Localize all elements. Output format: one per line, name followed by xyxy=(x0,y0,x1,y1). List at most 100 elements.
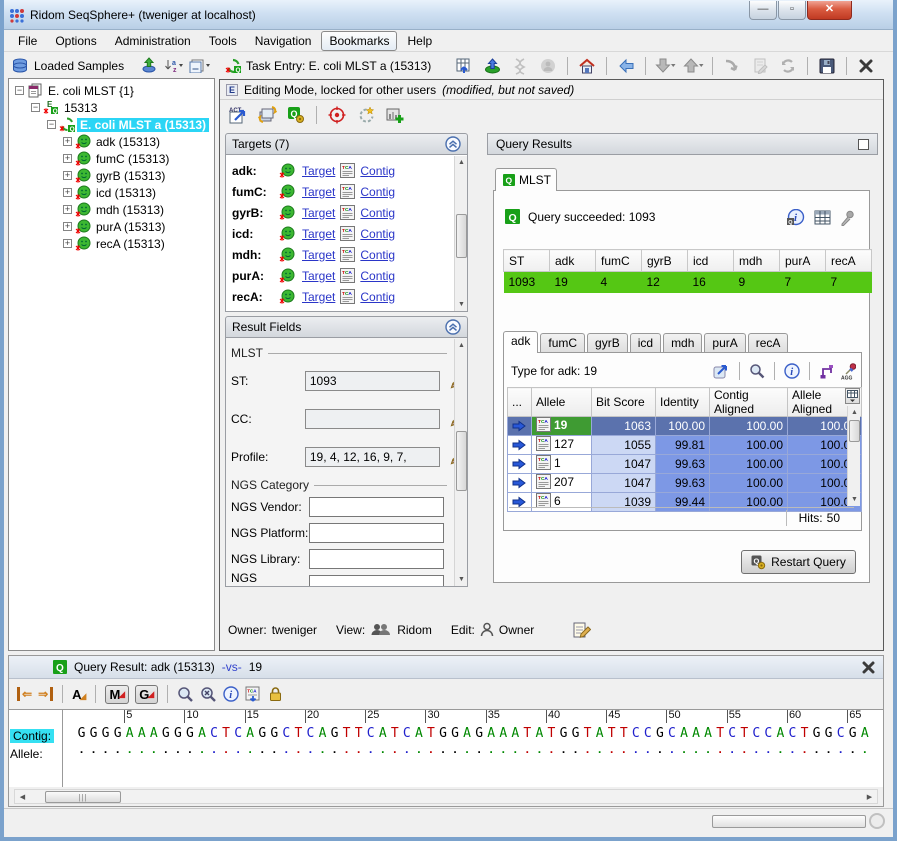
expand-icon[interactable]: + xyxy=(63,205,72,214)
tree-item[interactable]: +mdh (15313) xyxy=(9,201,214,218)
collapse-targets-icon[interactable] xyxy=(445,136,461,152)
expand-icon[interactable]: + xyxy=(63,239,72,248)
tree-item[interactable]: −E. coli MLST {1} xyxy=(9,82,214,99)
alignment-hscrollbar[interactable]: ◀ ▶ ||| xyxy=(14,789,878,804)
menu-file[interactable]: File xyxy=(10,31,45,51)
tree-item-label[interactable]: 15313 xyxy=(61,101,100,115)
tca-export-icon[interactable]: TCA xyxy=(245,686,262,703)
collapse-result-fields-icon[interactable] xyxy=(445,319,461,335)
contig-link[interactable]: Contig xyxy=(360,206,395,220)
home-icon[interactable] xyxy=(575,54,599,78)
menu-help[interactable]: Help xyxy=(399,31,440,51)
tree-item-label[interactable]: icd (15313) xyxy=(93,186,159,200)
menu-bookmarks[interactable]: Bookmarks xyxy=(321,31,397,51)
targets-scrollbar[interactable]: ▲▼ xyxy=(454,156,467,311)
tab-mlst[interactable]: Q MLST xyxy=(495,168,557,191)
collapse-icon[interactable]: − xyxy=(47,120,56,129)
tree-item[interactable]: −EQ15313 xyxy=(9,99,214,116)
expand-icon[interactable]: + xyxy=(63,222,72,231)
field-input[interactable] xyxy=(309,523,444,543)
close-alignment-icon[interactable] xyxy=(862,661,875,674)
maximize-panel-icon[interactable] xyxy=(858,139,869,150)
st-col-header[interactable]: gyrB xyxy=(642,250,688,272)
contig-row-label[interactable]: Contig: xyxy=(10,729,54,743)
st-col-header[interactable]: icd xyxy=(688,250,734,272)
tab-adk[interactable]: adk xyxy=(503,331,538,353)
field-input[interactable] xyxy=(309,549,444,569)
tree-item-label[interactable]: gyrB (15313) xyxy=(93,169,168,183)
submit-server-icon[interactable] xyxy=(480,54,504,78)
st-result-row[interactable]: 10931941216977 xyxy=(504,272,872,293)
menu-navigation[interactable]: Navigation xyxy=(247,31,320,51)
next-diff-icon[interactable]: ⇒ xyxy=(38,687,53,701)
tab-gyrB[interactable]: gyrB xyxy=(587,333,628,353)
allele-table-scrollbar[interactable]: ▲▼ xyxy=(847,406,860,506)
expand-icon[interactable]: + xyxy=(63,188,72,197)
tab-fumC[interactable]: fumC xyxy=(540,333,585,353)
target-link[interactable]: Target xyxy=(302,185,335,199)
highlight-gap-button[interactable]: G◢ xyxy=(135,685,158,704)
menu-administration[interactable]: Administration xyxy=(107,31,199,51)
target-link[interactable]: Target xyxy=(302,206,335,220)
alignment-info-icon[interactable]: i xyxy=(223,686,239,702)
field-input[interactable] xyxy=(305,371,440,391)
tree-item-label[interactable]: E. coli MLST a (15313) xyxy=(77,118,209,132)
restart-query-button[interactable]: Q Restart Query xyxy=(741,550,856,574)
info-icon[interactable]: i xyxy=(784,363,800,379)
recalc-icon[interactable] xyxy=(354,103,378,127)
prev-diff-icon[interactable]: ⇐ xyxy=(17,687,32,701)
menu-tools[interactable]: Tools xyxy=(201,31,245,51)
close-task-icon[interactable] xyxy=(854,54,878,78)
export-result-icon[interactable] xyxy=(713,364,730,379)
allele-col-header[interactable]: Contig Aligned xyxy=(710,388,788,417)
highlight-mismatch-button[interactable]: M◢ xyxy=(105,685,129,704)
tab-purA[interactable]: purA xyxy=(704,333,745,353)
tree-item-label[interactable]: purA (15313) xyxy=(93,220,168,234)
allele-col-header[interactable]: Bit Score xyxy=(592,388,656,417)
allele-row-label[interactable]: Allele: xyxy=(10,747,43,761)
minimize-button[interactable]: — xyxy=(749,1,777,20)
target-link[interactable]: Target xyxy=(302,269,335,283)
allele-row[interactable]: TCA207104799.63100.00100.00 xyxy=(508,474,862,493)
collapse-icon[interactable]: − xyxy=(31,103,40,112)
agg-pin-icon[interactable]: AGG xyxy=(841,363,856,380)
contig-link[interactable]: Contig xyxy=(360,227,395,241)
field-input[interactable] xyxy=(305,447,440,467)
search-icon[interactable] xyxy=(749,363,765,379)
sort-icon[interactable]: az xyxy=(164,58,183,73)
target-link[interactable]: Target xyxy=(302,227,335,241)
allele-row[interactable]: TCA1104799.63100.00100.00 xyxy=(508,455,862,474)
allele-col-header[interactable]: Identity xyxy=(656,388,710,417)
contig-link[interactable]: Contig xyxy=(360,269,395,283)
allele-col-header[interactable]: Allele xyxy=(532,388,592,417)
branch-icon[interactable] xyxy=(819,364,835,379)
zoom-in-icon[interactable] xyxy=(177,686,194,703)
zoom-reset-icon[interactable] xyxy=(200,686,217,703)
tree-item-label[interactable]: recA (15313) xyxy=(93,237,168,251)
allele-row[interactable]: TCA191063100.00100.00100.00 xyxy=(508,417,862,436)
collapse-all-icon[interactable] xyxy=(189,59,211,73)
st-col-header[interactable]: purA xyxy=(780,250,826,272)
allele-col-header[interactable]: ... xyxy=(508,388,532,417)
tree-item[interactable]: −QE. coli MLST a (15313) xyxy=(9,116,214,133)
reprocess-icon[interactable] xyxy=(255,103,279,127)
allele-result-table[interactable]: ...AlleleBit ScoreIdentityContig Aligned… xyxy=(507,387,862,512)
contig-link[interactable]: Contig xyxy=(360,185,395,199)
field-input[interactable] xyxy=(309,497,444,517)
target-link[interactable]: Target xyxy=(302,248,335,262)
st-col-header[interactable]: mdh xyxy=(734,250,780,272)
tree-item-label[interactable]: adk (15313) xyxy=(93,135,163,149)
tree-item[interactable]: + gyrB (15313) xyxy=(9,167,214,184)
tree-item[interactable]: + purA (15313) xyxy=(9,218,214,235)
tab-recA[interactable]: recA xyxy=(748,333,789,353)
add-chart-icon[interactable] xyxy=(383,103,407,127)
lock-icon[interactable] xyxy=(268,686,283,702)
restore-button[interactable]: ▫ xyxy=(778,1,806,20)
tree-item[interactable]: +fumC (15313) xyxy=(9,150,214,167)
target-crosshair-icon[interactable] xyxy=(325,103,349,127)
back-icon[interactable] xyxy=(614,54,638,78)
menu-options[interactable]: Options xyxy=(47,31,104,51)
expand-icon[interactable]: + xyxy=(63,171,72,180)
contig-link[interactable]: Contig xyxy=(360,164,395,178)
down-arrow-icon[interactable] xyxy=(653,54,677,78)
